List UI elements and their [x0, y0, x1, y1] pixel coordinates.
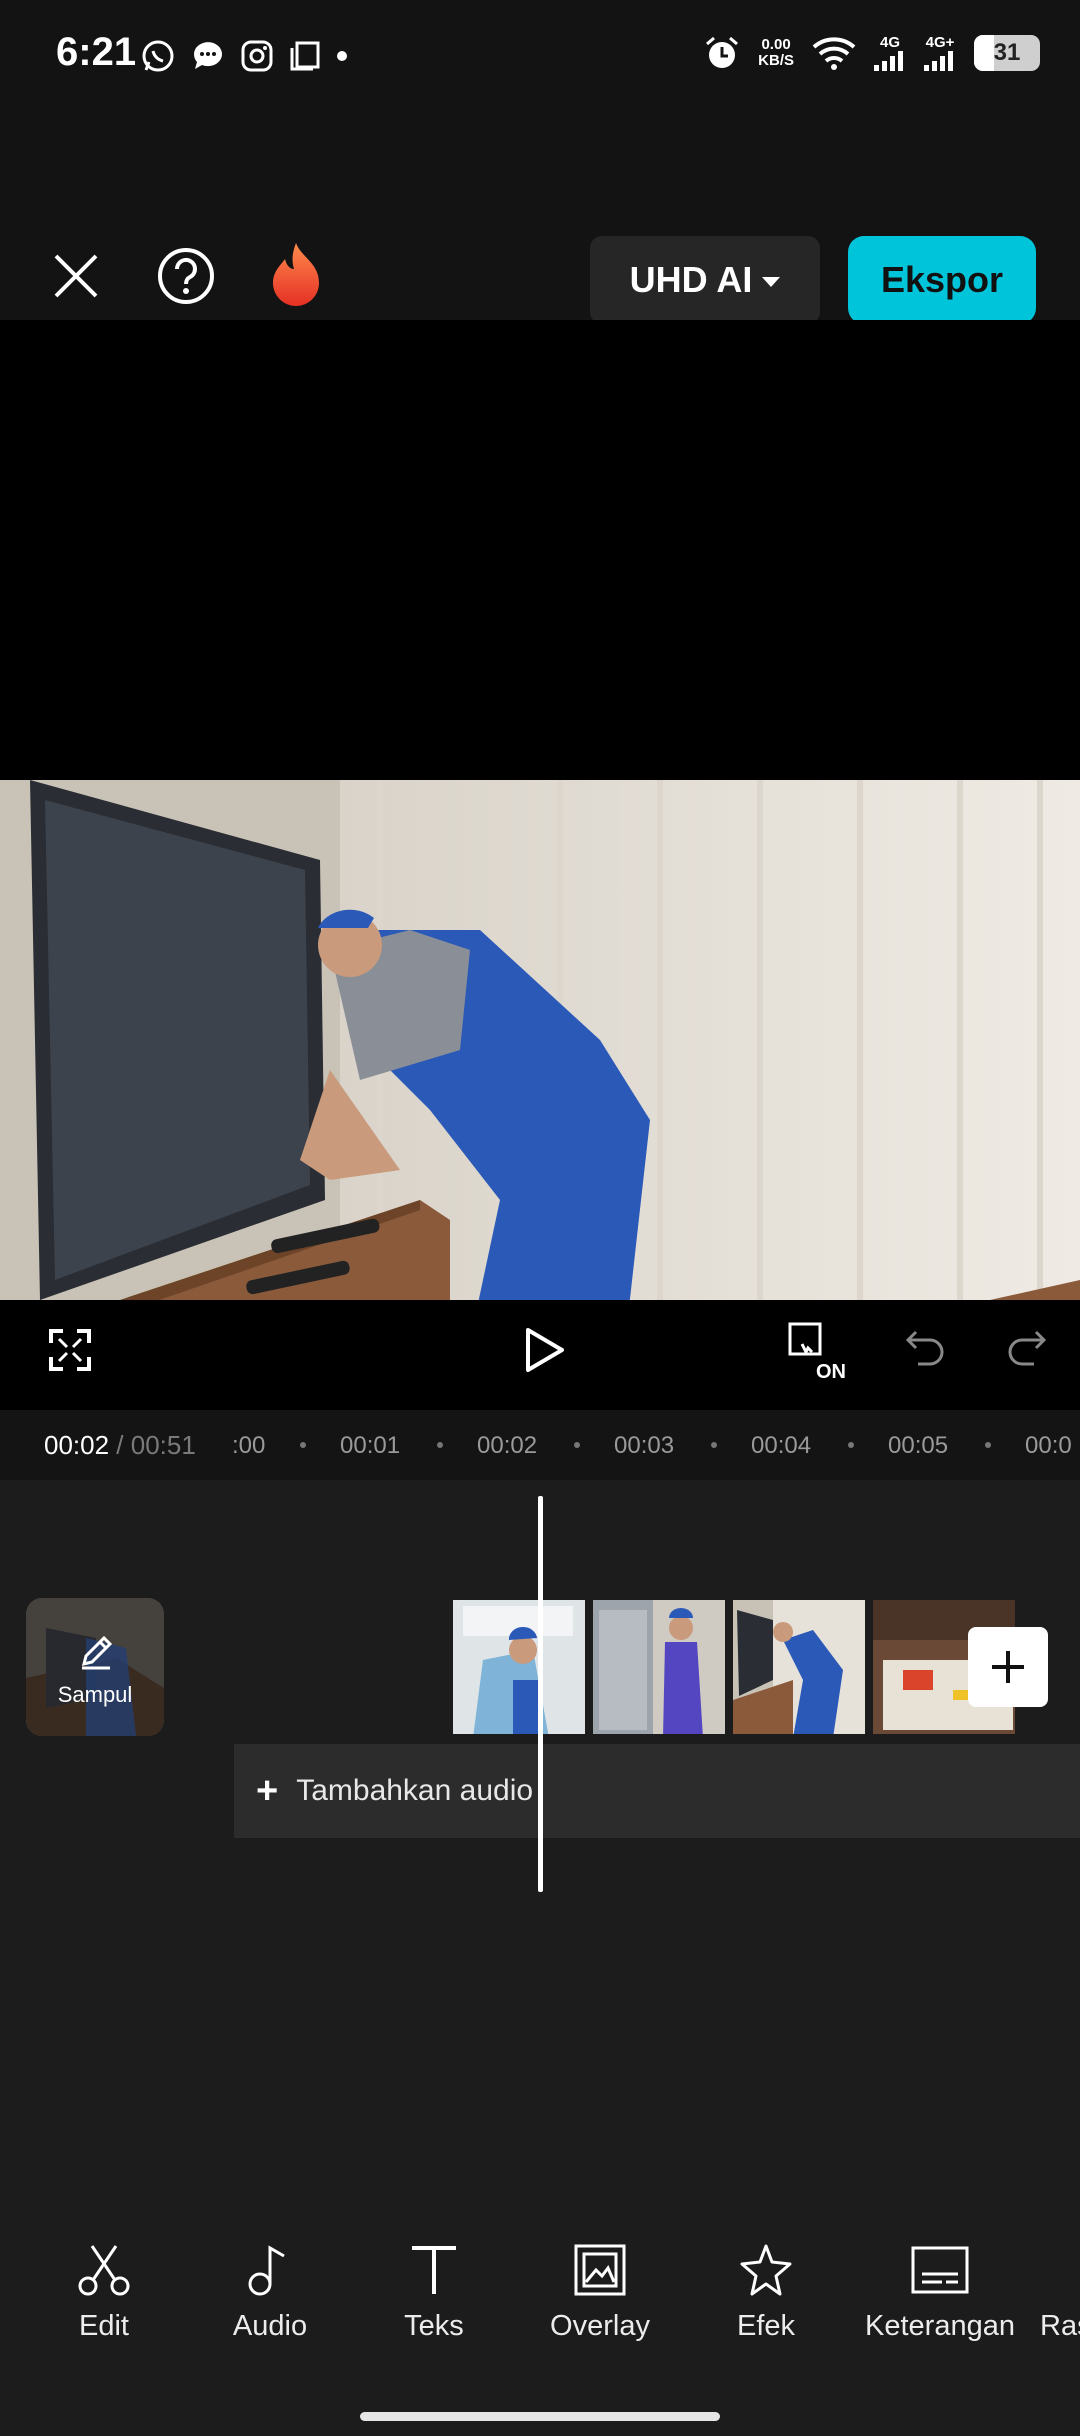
- star-icon: [740, 2244, 792, 2296]
- text-icon: [412, 2246, 456, 2294]
- tool-effects[interactable]: Efek: [716, 2242, 816, 2343]
- ruler-dot: [711, 1442, 717, 1448]
- help-button[interactable]: [154, 244, 218, 308]
- clip-thumbnail: [593, 1600, 725, 1734]
- captions-icon: [911, 2246, 969, 2294]
- close-button[interactable]: [46, 246, 106, 306]
- preview-area: [0, 320, 1080, 1408]
- ruler-dot: [574, 1442, 580, 1448]
- ruler-tick: 00:04: [751, 1432, 812, 1459]
- pencil-icon: [81, 1635, 113, 1670]
- playback-controls: ON: [0, 1300, 1080, 1410]
- message-icon: [193, 42, 222, 69]
- overlay-icon: [574, 2244, 626, 2296]
- wifi-icon: [812, 36, 856, 70]
- video-clip[interactable]: [731, 1598, 867, 1736]
- status-right-icons: 0.00 KB/S 4G 4G+ 31: [704, 34, 1040, 71]
- whatsapp-icon: [142, 40, 174, 72]
- status-left-icons: [140, 38, 348, 74]
- editor-toolbar: UHD AI Ekspor: [0, 120, 1080, 324]
- redo-icon: [1008, 1330, 1047, 1366]
- copy-icon: [290, 41, 320, 71]
- tool-text[interactable]: Teks: [384, 2242, 484, 2343]
- cover-button[interactable]: Sampul: [26, 1598, 164, 1736]
- instagram-icon: [241, 40, 273, 72]
- export-button[interactable]: Ekspor: [848, 236, 1036, 324]
- tool-edit[interactable]: Edit: [54, 2242, 154, 2343]
- time-readout: 00:02 / 00:51: [44, 1430, 196, 1460]
- clip-thumbnail: [453, 1600, 585, 1734]
- status-bar: 6:21 0.00 KB/S 4G 4G+ 31: [0, 0, 1080, 120]
- close-icon: [54, 254, 98, 298]
- keyframe-icon: ON: [788, 1322, 846, 1382]
- signal-4g: 4G: [874, 34, 906, 71]
- add-audio-button[interactable]: + Tambahkan audio: [234, 1744, 1080, 1838]
- scissors-icon: [78, 2245, 130, 2296]
- time-ruler[interactable]: 00:02 / 00:51 :00 00:01 00:02 00:03 00:0…: [0, 1410, 1080, 1480]
- svg-text:ON: ON: [816, 1361, 846, 1382]
- ruler-tick: 00:0: [1025, 1432, 1072, 1459]
- quality-dropdown[interactable]: UHD AI: [590, 236, 820, 324]
- status-time: 6:21: [56, 30, 137, 74]
- alarm-icon: [706, 36, 739, 68]
- tool-ratio[interactable]: Ras: [1040, 2242, 1080, 2343]
- music-note-icon: [248, 2245, 285, 2296]
- play-button[interactable]: [516, 1322, 572, 1378]
- flame-icon: [273, 243, 319, 306]
- ruler-dot: [300, 1442, 306, 1448]
- net-speed: 0.00 KB/S: [758, 35, 794, 69]
- keyframe-toggle[interactable]: ON: [786, 1320, 850, 1382]
- ruler-tick: :00: [232, 1432, 266, 1459]
- signal-icon: [924, 51, 953, 71]
- redo-button[interactable]: [1000, 1324, 1052, 1376]
- playhead[interactable]: [538, 1496, 543, 1892]
- video-clip[interactable]: [451, 1598, 587, 1736]
- clip-thumbnail: [733, 1600, 865, 1734]
- plus-icon: [992, 1651, 1024, 1683]
- ruler-tick: 00:02: [477, 1432, 538, 1459]
- add-clip-button[interactable]: [968, 1627, 1048, 1707]
- battery-icon: 31: [974, 34, 1040, 71]
- dot-icon: [337, 51, 347, 61]
- tool-audio[interactable]: Audio: [220, 2242, 320, 2343]
- ruler-dot: [848, 1442, 854, 1448]
- tool-overlay[interactable]: Overlay: [540, 2242, 660, 2343]
- plus-icon: +: [256, 1769, 279, 1812]
- undo-button[interactable]: [900, 1324, 952, 1376]
- ruler-tick: 00:01: [340, 1432, 401, 1459]
- video-preview[interactable]: [0, 780, 1080, 1388]
- video-frame: [0, 780, 1080, 1388]
- video-clip[interactable]: [591, 1598, 727, 1736]
- fullscreen-icon: [49, 1329, 91, 1371]
- promo-button[interactable]: [264, 238, 328, 312]
- help-icon: [158, 248, 214, 304]
- ruler-tick: 00:05: [888, 1432, 949, 1459]
- chevron-down-icon: [762, 277, 781, 287]
- home-indicator[interactable]: [360, 2412, 720, 2421]
- tool-captions[interactable]: Keterangan: [856, 2242, 1024, 2343]
- undo-icon: [905, 1330, 944, 1366]
- cover-label: Sampul: [57, 1682, 133, 1707]
- timeline-panel[interactable]: 00:02 / 00:51 :00 00:01 00:02 00:03 00:0…: [0, 1410, 1080, 2230]
- ruler-dot: [437, 1442, 443, 1448]
- ruler-dot: [985, 1442, 991, 1448]
- play-icon: [526, 1328, 564, 1372]
- signal-4gplus: 4G+: [924, 34, 956, 71]
- bottom-toolbar: Edit Audio Teks Overlay Efek Keterangan …: [0, 2210, 1080, 2436]
- ruler-tick: 00:03: [614, 1432, 675, 1459]
- signal-icon: [874, 51, 903, 71]
- fullscreen-button[interactable]: [44, 1324, 96, 1376]
